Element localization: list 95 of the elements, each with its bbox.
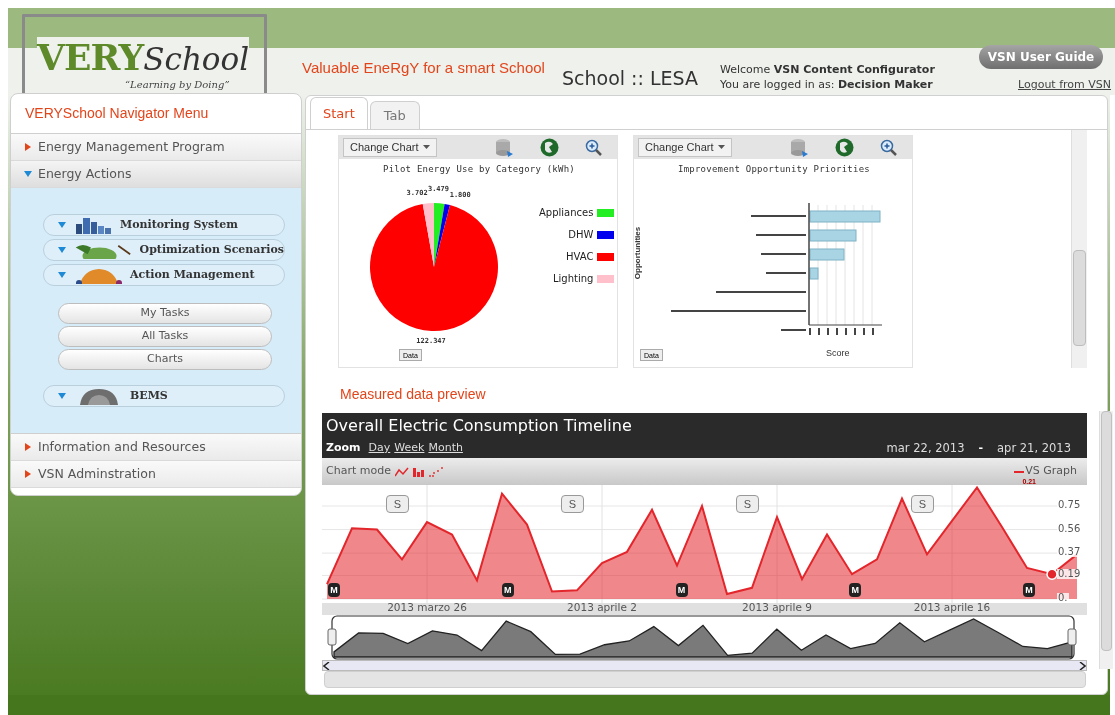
chart-title: Improvement Opportunity Priorities <box>677 163 871 176</box>
marker-flag[interactable]: M <box>849 583 862 597</box>
scatter-icon <box>428 466 443 477</box>
chart-mode-label: Chart mode <box>326 463 391 480</box>
menu-section[interactable]: Energy Actions <box>11 161 301 188</box>
buildings-icon <box>74 216 114 234</box>
zoom-label: Zoom <box>326 440 361 457</box>
school-name: School :: LESA <box>562 66 698 91</box>
flag-button[interactable]: S <box>736 495 759 513</box>
legend-label: HVAC <box>566 250 594 264</box>
date-field[interactable]: mar 22, 2013 <box>886 440 965 458</box>
legend-label: Appliances <box>539 206 594 220</box>
triangle-down-icon <box>58 246 66 254</box>
caret-icon <box>422 145 430 150</box>
triangle-right-icon <box>24 443 32 451</box>
y-tick-label: 0.37 <box>1057 547 1082 558</box>
database-icon <box>789 137 809 158</box>
date-field[interactable]: apr 21, 2013 <box>997 440 1071 458</box>
submenu-item[interactable]: Optimization Scenarios <box>43 239 285 261</box>
navigator-scrollbar[interactable] <box>322 660 1087 671</box>
scrollbar[interactable] <box>1071 130 1087 368</box>
tab[interactable]: Tab <box>369 101 420 129</box>
triangle-down-icon <box>58 392 66 400</box>
y-tick-label: 0.19 <box>1057 569 1082 580</box>
caret-icon <box>717 145 725 150</box>
triangle-right-icon <box>24 470 32 478</box>
timeline-title: Overall Electric Consumption Timeline <box>326 415 633 437</box>
login-role-text: You are logged in as: Decision Maker <box>720 77 933 93</box>
scroll-thumb[interactable] <box>1101 411 1112 651</box>
scroll-thumb[interactable] <box>1073 250 1086 346</box>
marker-flag[interactable]: M <box>328 583 340 597</box>
legend-swatch <box>597 230 615 239</box>
x-tick-label: 2013 aprile 9 <box>742 602 812 613</box>
tab[interactable]: Start <box>310 97 368 129</box>
axis-label: Score <box>826 347 850 360</box>
menu-section[interactable]: Energy Management Program <box>11 134 301 161</box>
flag-button[interactable]: S <box>386 495 409 513</box>
legend-swatch <box>597 252 615 261</box>
legend-swatch <box>597 208 615 217</box>
task-button[interactable]: Charts <box>58 349 272 370</box>
y-tick-label: 0. <box>1057 593 1069 603</box>
date-separator: - <box>978 440 984 457</box>
bar <box>809 210 881 223</box>
line-chart-icon <box>394 466 409 477</box>
change-chart-button[interactable]: Change Chart <box>343 138 437 157</box>
flag-button[interactable]: S <box>911 495 934 513</box>
legend-label: DHW <box>568 228 594 242</box>
triangle-down-icon <box>24 170 32 178</box>
legend-label: VS Graph <box>1025 463 1077 479</box>
submenu-item[interactable]: Action Management <box>43 264 285 286</box>
scrollbar[interactable] <box>1099 411 1113 669</box>
bar <box>809 248 845 261</box>
triangle-down-icon <box>58 221 66 229</box>
section-title: Measured data preview <box>340 386 486 402</box>
menu-section[interactable]: VSN Adminstration <box>11 461 301 488</box>
logout-link[interactable]: Logout from VSN <box>1018 77 1111 94</box>
zoom-link[interactable]: Week <box>394 440 425 457</box>
range-handle[interactable] <box>1067 628 1077 646</box>
marker-flag[interactable]: M <box>675 583 688 597</box>
submenu-item[interactable]: Monitoring System <box>43 214 285 236</box>
horizontal-scrollbar[interactable] <box>324 671 1086 688</box>
change-chart-button[interactable]: Change Chart <box>638 138 732 157</box>
zoom-in-icon <box>585 138 603 157</box>
triangle-right-icon <box>24 143 32 151</box>
logo-text: VERY <box>37 37 144 77</box>
zoom-link[interactable]: Month <box>428 440 463 457</box>
marker-flag[interactable]: M <box>501 583 514 597</box>
marker-flag[interactable]: M <box>1023 583 1035 597</box>
database-icon <box>494 137 514 158</box>
zoom-in-icon <box>880 138 898 157</box>
x-tick-label: 2013 aprile 2 <box>567 602 637 613</box>
y-tick-label: 0.56 <box>1057 523 1082 534</box>
x-tick-label: 2013 marzo 26 <box>387 602 467 613</box>
welcome-text: Welcome VSN Content Configurator <box>720 62 935 78</box>
task-button[interactable]: All Tasks <box>58 326 272 347</box>
axis-label: Opportunities <box>632 226 644 280</box>
bar-chart-icon <box>412 466 425 477</box>
legend-swatch <box>597 274 615 283</box>
hover-point <box>1046 568 1058 580</box>
slogan: Valuable EneRgY for a smart School <box>302 58 545 78</box>
task-button[interactable]: My Tasks <box>58 303 272 324</box>
bar <box>809 267 819 280</box>
submenu-item[interactable]: BEMS <box>43 385 285 407</box>
triangle-down-icon <box>58 271 66 279</box>
logo-tagline: “Learning by Doing” <box>125 78 230 92</box>
legend-label: Lighting <box>553 272 594 286</box>
range-handle[interactable] <box>327 628 337 646</box>
user-guide-button[interactable]: VSN User Guide <box>979 45 1103 69</box>
chart-title: Pilot Energy Use by Category (kWh) <box>382 163 576 176</box>
x-tick-label: 2013 aprile 16 <box>913 602 991 613</box>
y-tick-label: 0.75 <box>1057 500 1082 510</box>
bar <box>809 229 857 242</box>
flag-button[interactable]: S <box>561 495 584 513</box>
zoom-link[interactable]: Day <box>368 440 391 457</box>
menu-section[interactable]: Information and Resources <box>11 434 301 461</box>
